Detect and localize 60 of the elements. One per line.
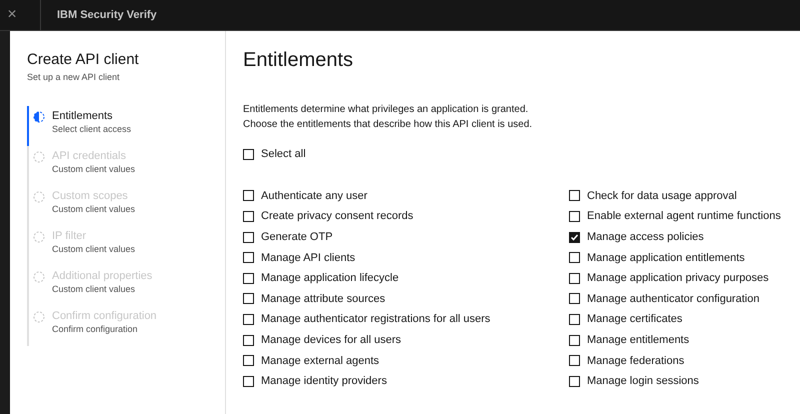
- step-status-icon: [33, 271, 45, 283]
- description-text: Entitlements determine what privileges an application is granted.: [243, 103, 530, 117]
- checkbox[interactable]: Check for data usage approval: [569, 186, 800, 206]
- progress-step[interactable]: Entitlements Select client access: [27, 106, 225, 146]
- checkbox[interactable]: Manage identity providers: [243, 370, 569, 392]
- checkbox-square: [243, 272, 254, 284]
- checkbox-square: [569, 334, 580, 346]
- wizard-title: Create API client: [27, 51, 140, 68]
- checkbox[interactable]: Select all: [243, 144, 800, 165]
- checkbox[interactable]: Manage application lifecycle: [243, 268, 569, 289]
- checkbox-square: [243, 293, 254, 304]
- checkbox-square: [569, 355, 580, 366]
- checkbox[interactable]: Enable external agent runtime functions: [569, 206, 800, 227]
- progress-step[interactable]: API credentials Custom client values: [27, 146, 225, 186]
- checkbox[interactable]: Manage attribute sources: [243, 288, 569, 310]
- checkbox[interactable]: Manage login sessions: [569, 370, 800, 392]
- progress-step[interactable]: Custom scopes Custom client values: [27, 186, 225, 226]
- progress-step[interactable]: Confirm configuration Confirm configuration: [27, 306, 225, 346]
- close-button[interactable]: ×: [0, 6, 24, 24]
- checkbox[interactable]: Manage access policies: [569, 226, 800, 248]
- page-heading: Entitlements: [243, 49, 354, 72]
- checkbox[interactable]: Manage external agents: [243, 350, 569, 371]
- checkbox-square: [569, 272, 580, 284]
- checkbox[interactable]: Manage authenticator registrations for all users: [243, 309, 569, 330]
- checkbox-square: [243, 252, 254, 264]
- checkbox-square: [569, 210, 580, 222]
- checkbox[interactable]: Generate OTP: [243, 226, 569, 248]
- checkbox-square: [569, 232, 580, 243]
- checkbox-square: [243, 148, 254, 160]
- step-status-icon: [33, 311, 45, 323]
- checkbox[interactable]: Manage federations: [569, 350, 800, 371]
- progress-step[interactable]: IP filter Custom client values: [27, 226, 225, 266]
- step-status-icon: [33, 151, 45, 163]
- checkbox[interactable]: Manage application privacy purposes: [569, 268, 800, 289]
- checkbox[interactable]: Manage application entitlements: [569, 247, 800, 268]
- progress-step[interactable]: Additional properties Custom client values: [27, 266, 225, 306]
- checkbox[interactable]: Create privacy consent records: [243, 206, 569, 227]
- step-status-icon: [33, 231, 45, 243]
- checkbox[interactable]: Manage certificates: [569, 309, 800, 330]
- checkbox-square: [243, 376, 254, 387]
- step-status-icon: [33, 111, 45, 123]
- checkbox-square: [569, 293, 580, 304]
- checkbox[interactable]: Manage authenticator configuration: [569, 288, 800, 310]
- checkbox-square: [569, 376, 580, 387]
- step-status-icon: [33, 191, 45, 203]
- checkbox-square: [243, 334, 254, 346]
- checkbox[interactable]: Manage API clients: [243, 247, 569, 268]
- description-text: Choose the entitlements that describe how this API client is used.: [243, 118, 534, 132]
- checkbox-square: [243, 314, 254, 325]
- checkbox-square: [243, 232, 254, 243]
- checkbox-square: [243, 355, 254, 366]
- checkbox-square: [569, 252, 580, 264]
- checkbox-square: [569, 314, 580, 325]
- checkbox-square: [569, 190, 580, 202]
- checkbox-square: [243, 210, 254, 222]
- wizard-subtitle: Set up a new API client: [27, 72, 121, 82]
- checkbox-square: [243, 190, 254, 202]
- checkbox[interactable]: Manage devices for all users: [243, 330, 569, 350]
- checkbox[interactable]: Authenticate any user: [243, 186, 569, 206]
- checkbox[interactable]: Manage entitlements: [569, 330, 800, 350]
